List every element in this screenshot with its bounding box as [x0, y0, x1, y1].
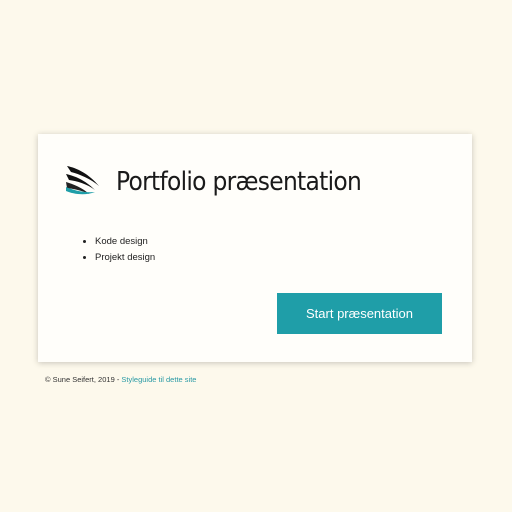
list-item: Projekt design: [95, 250, 155, 266]
copyright-text: © Sune Seifert, 2019 -: [45, 375, 122, 384]
start-presentation-button[interactable]: Start præsentation: [277, 293, 442, 334]
page-title: Portfolio præsentation: [116, 167, 362, 197]
footer: © Sune Seifert, 2019 - Styleguide til de…: [45, 375, 196, 384]
topic-list: Kode design Projekt design: [78, 234, 155, 266]
styleguide-link[interactable]: Styleguide til dette site: [121, 375, 196, 384]
list-item: Kode design: [95, 234, 155, 250]
presentation-card: Portfolio præsentation Kode design Proje…: [38, 134, 472, 362]
feather-wings-icon: [66, 166, 99, 195]
